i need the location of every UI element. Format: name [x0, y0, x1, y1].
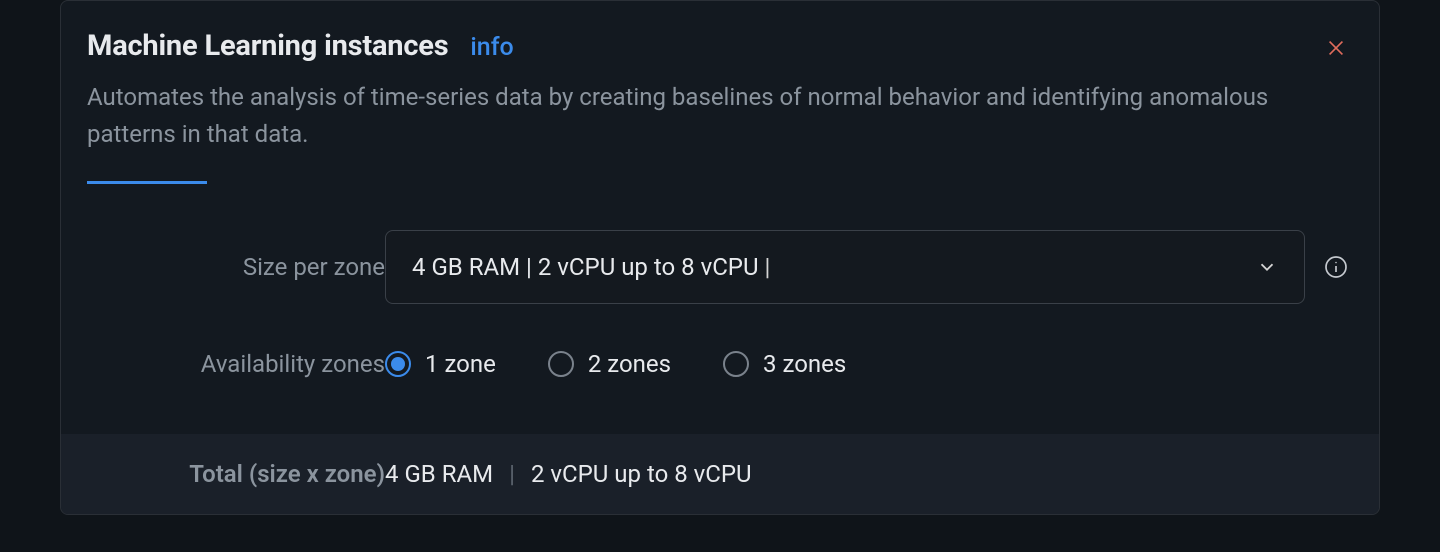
availability-zones-control: 1 zone 2 zones 3 zones	[385, 350, 1353, 378]
size-per-zone-label: Size per zone	[87, 253, 385, 281]
size-per-zone-control: 4 GB RAM | 2 vCPU up to 8 vCPU |	[385, 230, 1353, 304]
total-row: Total (size x zone) 4 GB RAM | 2 vCPU up…	[61, 434, 1379, 514]
total-cpu: 2 vCPU up to 8 vCPU	[531, 460, 752, 488]
total-label: Total (size x zone)	[87, 460, 385, 488]
radio-icon	[385, 351, 411, 377]
radio-label: 1 zone	[425, 350, 496, 378]
title-row: Machine Learning instances info	[87, 29, 1353, 63]
ml-instances-panel: Machine Learning instances info Automate…	[60, 0, 1380, 515]
availability-zones-label: Availability zones	[87, 350, 385, 378]
radio-dot-icon	[391, 357, 405, 371]
text-caret: |	[764, 253, 770, 281]
radio-3-zones[interactable]: 3 zones	[723, 350, 846, 378]
size-per-zone-row: Size per zone 4 GB RAM | 2 vCPU up to 8 …	[87, 230, 1353, 304]
radio-label: 2 zones	[588, 350, 671, 378]
panel-description: Automates the analysis of time-series da…	[87, 79, 1347, 153]
availability-zones-radio-group: 1 zone 2 zones 3 zones	[385, 350, 846, 378]
divider-icon: |	[509, 460, 515, 488]
total-control: 4 GB RAM | 2 vCPU up to 8 vCPU	[385, 460, 1353, 488]
close-icon	[1325, 37, 1347, 59]
close-button[interactable]	[1323, 35, 1349, 61]
info-link[interactable]: info	[470, 33, 513, 62]
radio-2-zones[interactable]: 2 zones	[548, 350, 671, 378]
radio-icon	[548, 351, 574, 377]
total-ram: 4 GB RAM	[385, 460, 493, 488]
size-info-button[interactable]	[1323, 254, 1349, 280]
radio-1-zone[interactable]: 1 zone	[385, 350, 496, 378]
panel-header: Machine Learning instances info Automate…	[61, 1, 1379, 184]
size-per-zone-select[interactable]: 4 GB RAM | 2 vCPU up to 8 vCPU |	[385, 230, 1305, 304]
size-per-zone-value: 4 GB RAM | 2 vCPU up to 8 vCPU |	[412, 253, 770, 281]
info-icon	[1324, 255, 1348, 279]
availability-zones-row: Availability zones 1 zone 2 zones	[87, 350, 1353, 378]
total-value: 4 GB RAM | 2 vCPU up to 8 vCPU	[385, 460, 752, 488]
radio-icon	[723, 351, 749, 377]
tab-indicator	[87, 181, 207, 184]
chevron-down-icon	[1256, 256, 1278, 278]
panel-title: Machine Learning instances	[87, 29, 448, 63]
form-section: Size per zone 4 GB RAM | 2 vCPU up to 8 …	[61, 184, 1379, 434]
radio-label: 3 zones	[763, 350, 846, 378]
